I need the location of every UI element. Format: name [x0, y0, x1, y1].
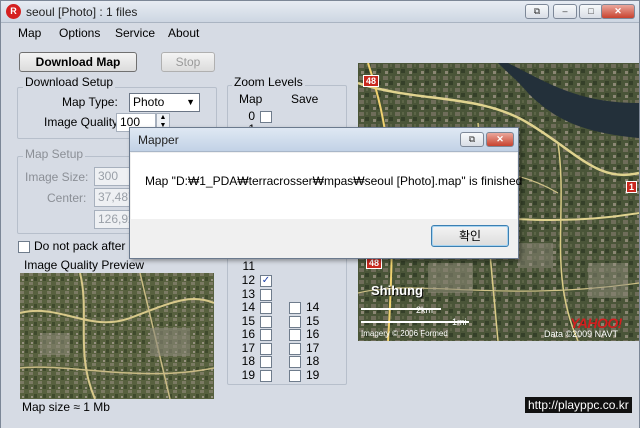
confirm-button[interactable]: 확인 — [431, 225, 509, 247]
map-size-label: Map size ≈ 1 Mb — [22, 400, 110, 414]
dialog-close-button[interactable]: ✕ — [486, 132, 514, 147]
map-level-checkbox[interactable] — [260, 111, 272, 123]
map-level-checkbox[interactable] — [260, 289, 272, 301]
save-level-number: 15 — [306, 314, 320, 328]
save-level-number: 14 — [306, 300, 320, 314]
zoom-level-number: 16 — [241, 327, 255, 341]
mapper-dialog: Mapper ⧉ ✕ Map "D:₩1_PDA₩terracrosser₩mp… — [129, 127, 522, 259]
map-setup-title: Map Setup — [23, 147, 86, 161]
zoom-level-number: 14 — [241, 300, 255, 314]
map-type-label: Map Type: — [62, 95, 118, 109]
zoom-levels-title: Zoom Levels — [232, 75, 305, 89]
download-setup-title: Download Setup — [23, 75, 116, 89]
dialog-body: Map "D:₩1_PDA₩terracrosser₩mpas₩seoul [P… — [131, 153, 522, 219]
zoom-level-number: 0 — [248, 109, 255, 123]
zoom-level-number: 18 — [241, 354, 255, 368]
save-level-checkbox[interactable] — [289, 370, 301, 382]
quality-preview-image — [20, 273, 214, 399]
save-level-checkbox[interactable] — [289, 302, 301, 314]
restore-button[interactable]: ⧉ — [525, 4, 549, 19]
map-level-checkbox[interactable]: ✓ — [260, 275, 272, 287]
imagery-credit: Imagery © 2006 Formed — [361, 329, 448, 338]
menu-bar: Map Options Service About — [1, 23, 639, 43]
place-label: Shihung — [371, 283, 423, 298]
do-not-pack-label: Do not pack after d — [34, 239, 136, 253]
map-type-select[interactable]: Photo ▼ — [129, 93, 200, 112]
zoom-level-number: 11 — [242, 259, 255, 273]
menu-map[interactable]: Map — [18, 26, 41, 40]
zoom-level-number: 13 — [241, 287, 255, 301]
save-level-checkbox[interactable] — [289, 343, 301, 355]
map-level-checkbox[interactable] — [260, 316, 272, 328]
watermark-url: http://playppc.co.kr — [525, 397, 632, 413]
map-type-value: Photo — [133, 95, 165, 109]
dialog-restore-button[interactable]: ⧉ — [460, 132, 484, 147]
close-button[interactable]: ✕ — [601, 4, 635, 19]
menu-about[interactable]: About — [168, 26, 199, 40]
scale-km-label: 2km — [416, 305, 434, 315]
main-window: R seoul [Photo] : 1 files ⧉ – □ ✕ Map Op… — [0, 0, 640, 428]
maximize-button[interactable]: □ — [579, 4, 603, 19]
zoom-level-number: 12 — [241, 273, 255, 287]
preview-title: Image Quality Preview — [24, 258, 145, 272]
save-level-number: 17 — [306, 341, 320, 355]
zoom-map-header: Map — [239, 92, 263, 106]
menu-service[interactable]: Service — [115, 26, 155, 40]
save-level-checkbox[interactable] — [289, 356, 301, 368]
map-level-checkbox[interactable] — [260, 343, 272, 355]
image-quality-label: Image Quality: — [44, 115, 122, 129]
menu-options[interactable]: Options — [59, 26, 100, 40]
spinner-up-icon[interactable]: ▲ — [157, 114, 169, 122]
download-map-button[interactable]: Download Map — [19, 52, 137, 72]
stop-button[interactable]: Stop — [161, 52, 215, 72]
dialog-message: Map "D:₩1_PDA₩terracrosser₩mpas₩seoul [P… — [145, 174, 523, 188]
save-level-checkbox[interactable] — [289, 316, 301, 328]
zoom-save-header: Save — [291, 92, 319, 106]
image-size-input[interactable]: 300 — [94, 167, 134, 186]
data-credit: Data ©2009 NAVT — [544, 329, 618, 339]
road-badge: 1 — [626, 181, 638, 193]
dialog-title-bar[interactable]: Mapper ⧉ ✕ — [130, 128, 518, 152]
chevron-down-icon: ▼ — [186, 97, 195, 107]
road-badge: 48 — [363, 75, 380, 87]
title-bar[interactable]: R seoul [Photo] : 1 files ⧉ – □ ✕ — [1, 1, 639, 23]
map-level-checkbox[interactable] — [260, 302, 272, 314]
save-level-number: 16 — [306, 327, 320, 341]
zoom-level-number: 17 — [241, 341, 255, 355]
save-level-number: 19 — [306, 368, 320, 382]
center-lon-input[interactable]: 126,92 — [94, 210, 134, 229]
minimize-button[interactable]: – — [553, 4, 577, 19]
map-level-checkbox[interactable] — [260, 370, 272, 382]
image-size-label: Image Size: — [25, 170, 89, 184]
do-not-pack-checkbox[interactable] — [18, 241, 30, 253]
dialog-title: Mapper — [138, 133, 179, 147]
app-logo-icon: R — [6, 4, 21, 19]
zoom-level-number: 19 — [241, 368, 255, 382]
map-level-checkbox[interactable] — [260, 329, 272, 341]
save-level-number: 18 — [306, 354, 320, 368]
zoom-level-number: 15 — [241, 314, 255, 328]
center-label: Center: — [47, 191, 87, 205]
window-title: seoul [Photo] : 1 files — [26, 5, 138, 19]
scale-mi-label: 1mi — [452, 317, 467, 327]
center-lat-input[interactable]: 37,487 — [94, 188, 134, 207]
map-level-checkbox[interactable] — [260, 356, 272, 368]
save-level-checkbox[interactable] — [289, 329, 301, 341]
